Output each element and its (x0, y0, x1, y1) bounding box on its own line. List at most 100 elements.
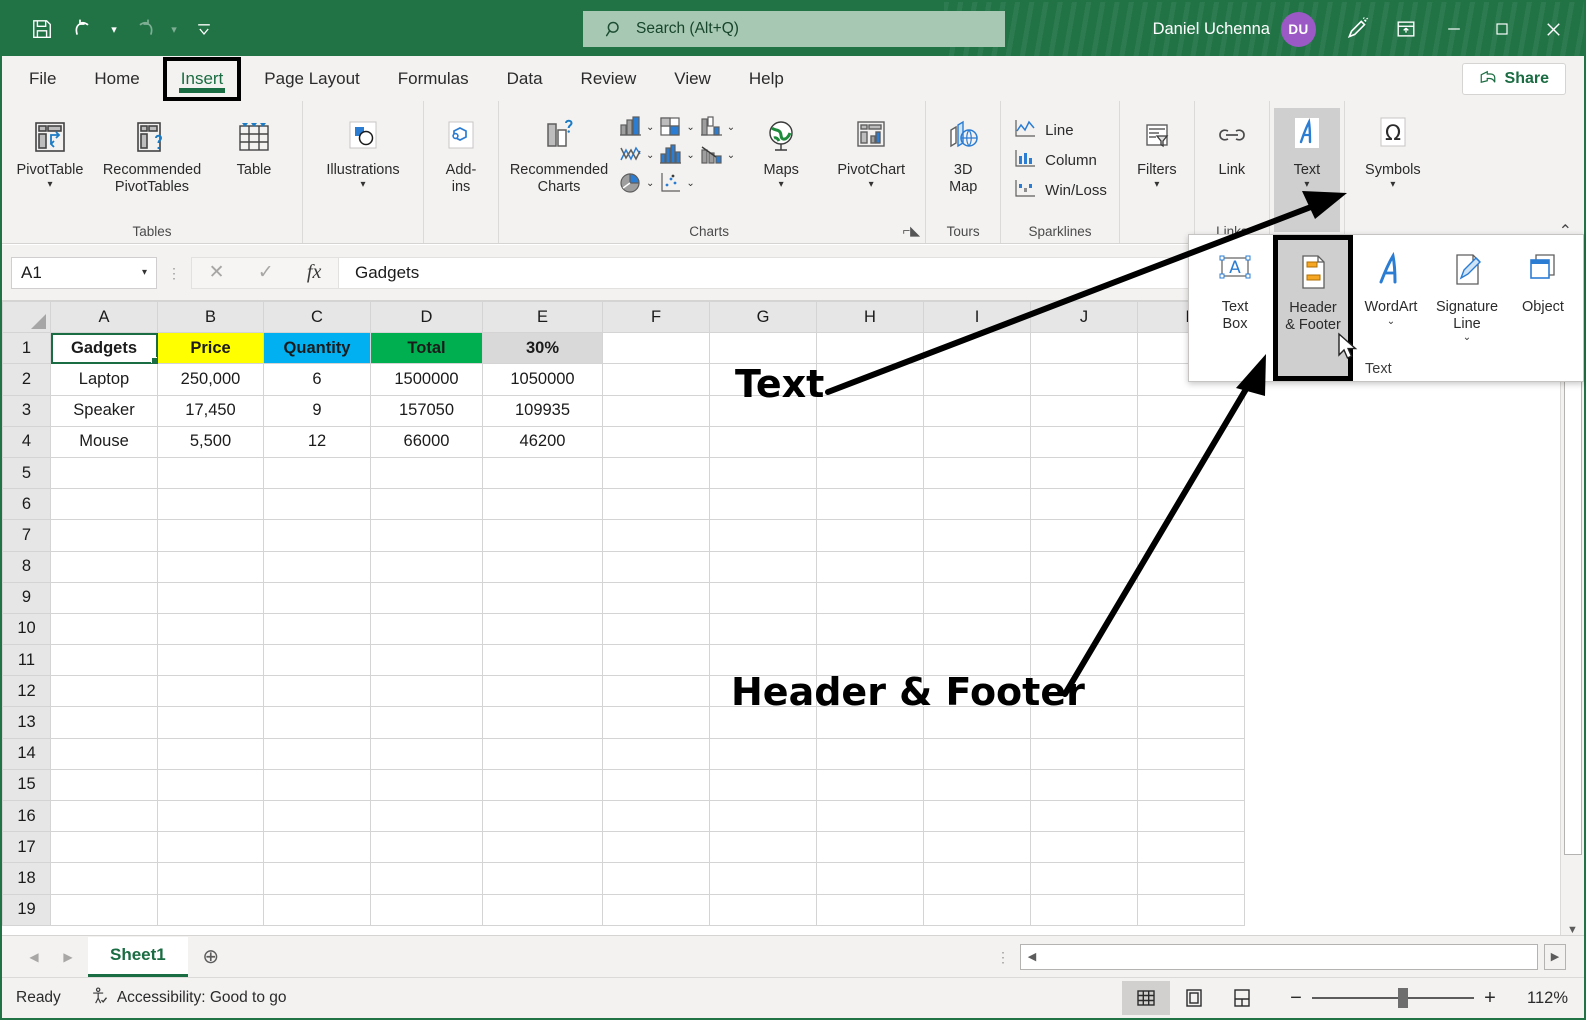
illustrations-button[interactable]: Illustrations ▾ (307, 108, 419, 200)
col-header-J[interactable]: J (1031, 302, 1138, 333)
avatar[interactable]: DU (1281, 12, 1316, 47)
cell-I14[interactable] (924, 738, 1031, 769)
cell-I17[interactable] (924, 832, 1031, 863)
cell-D14[interactable] (371, 738, 483, 769)
chevron-down-icon[interactable]: ▾ (779, 180, 784, 190)
cell-C17[interactable] (264, 832, 371, 863)
cell-E1[interactable]: 30% (483, 333, 603, 364)
col-header-I[interactable]: I (924, 302, 1031, 333)
row-header-17[interactable]: 17 (3, 832, 51, 863)
row-header-14[interactable]: 14 (3, 738, 51, 769)
cell-I7[interactable] (924, 520, 1031, 551)
cell-K12[interactable] (1138, 676, 1245, 707)
cell-H7[interactable] (817, 520, 924, 551)
cell-H12[interactable] (817, 676, 924, 707)
cell-I16[interactable] (924, 801, 1031, 832)
save-icon[interactable] (22, 11, 62, 47)
cell-F15[interactable] (603, 769, 710, 800)
row-header-3[interactable]: 3 (3, 395, 51, 426)
cell-D9[interactable] (371, 582, 483, 613)
cell-H8[interactable] (817, 551, 924, 582)
cell-E14[interactable] (483, 738, 603, 769)
cell-D7[interactable] (371, 520, 483, 551)
cell-B7[interactable] (158, 520, 264, 551)
vertical-scrollbar[interactable]: ▲ ▼ (1560, 301, 1584, 941)
cell-G6[interactable] (710, 489, 817, 520)
cell-I1[interactable] (924, 333, 1031, 364)
cell-A17[interactable] (51, 832, 158, 863)
row-header-7[interactable]: 7 (3, 520, 51, 551)
cell-B16[interactable] (158, 801, 264, 832)
cell-A16[interactable] (51, 801, 158, 832)
chevron-down-icon[interactable]: ⌄ (686, 150, 694, 161)
col-header-B[interactable]: B (158, 302, 264, 333)
cell-F6[interactable] (603, 489, 710, 520)
cell-E13[interactable] (483, 707, 603, 738)
cell-I13[interactable] (924, 707, 1031, 738)
text-box-item[interactable]: A Text Box (1197, 239, 1273, 381)
ribbon-display-options-icon[interactable] (1382, 2, 1430, 56)
cell-A19[interactable] (51, 894, 158, 925)
scatter-chart-button[interactable]: ⌄ (657, 170, 694, 196)
undo-icon[interactable] (64, 11, 104, 47)
cell-I10[interactable] (924, 613, 1031, 644)
charts-dialog-launcher-icon[interactable]: ⌐◣ (903, 223, 921, 239)
maximize-button[interactable] (1478, 2, 1526, 56)
cell-K18[interactable] (1138, 863, 1245, 894)
cell-D6[interactable] (371, 489, 483, 520)
cell-J13[interactable] (1031, 707, 1138, 738)
chevron-down-icon[interactable]: ⌄ (646, 178, 654, 189)
sparkline-line-button[interactable]: Line (1013, 118, 1107, 142)
row-header-11[interactable]: 11 (3, 645, 51, 676)
cell-C3[interactable]: 9 (264, 395, 371, 426)
cell-D16[interactable] (371, 801, 483, 832)
cell-E3[interactable]: 109935 (483, 395, 603, 426)
chevron-down-icon[interactable]: ⌄ (1463, 332, 1471, 343)
cell-D3[interactable]: 157050 (371, 395, 483, 426)
cell-B4[interactable]: 5,500 (158, 426, 264, 457)
chevron-down-icon[interactable]: ⌄ (646, 150, 654, 161)
cell-E18[interactable] (483, 863, 603, 894)
cell-G12[interactable] (710, 676, 817, 707)
cell-I11[interactable] (924, 645, 1031, 676)
text-button[interactable]: Text ▾ (1274, 108, 1340, 232)
tab-help[interactable]: Help (730, 56, 803, 101)
tab-review[interactable]: Review (562, 56, 656, 101)
cell-D5[interactable] (371, 457, 483, 488)
cell-J15[interactable] (1031, 769, 1138, 800)
chevron-down-icon[interactable]: ⌄ (727, 122, 735, 133)
chevron-down-icon[interactable]: ⌄ (646, 122, 654, 133)
row-header-18[interactable]: 18 (3, 863, 51, 894)
cell-A18[interactable] (51, 863, 158, 894)
tab-home[interactable]: Home (75, 56, 158, 101)
cell-F13[interactable] (603, 707, 710, 738)
cell-G10[interactable] (710, 613, 817, 644)
row-header-2[interactable]: 2 (3, 364, 51, 395)
cell-I18[interactable] (924, 863, 1031, 894)
cell-C1[interactable]: Quantity (264, 333, 371, 364)
addins-button[interactable]: Add- ins (428, 108, 494, 200)
sparkline-column-button[interactable]: Column (1013, 148, 1107, 172)
pen-annotate-icon[interactable] (1334, 2, 1382, 56)
cell-B12[interactable] (158, 676, 264, 707)
cell-I12[interactable] (924, 676, 1031, 707)
cell-E17[interactable] (483, 832, 603, 863)
row-header-15[interactable]: 15 (3, 769, 51, 800)
tab-file[interactable]: File (10, 56, 75, 101)
row-header-16[interactable]: 16 (3, 801, 51, 832)
cell-H6[interactable] (817, 489, 924, 520)
cell-C7[interactable] (264, 520, 371, 551)
cell-G14[interactable] (710, 738, 817, 769)
waterfall-chart-button[interactable]: ⌄ (698, 114, 735, 140)
chevron-down-icon[interactable]: ⌄ (1387, 316, 1395, 327)
cell-A13[interactable] (51, 707, 158, 738)
cell-G15[interactable] (710, 769, 817, 800)
cell-B8[interactable] (158, 551, 264, 582)
cell-B13[interactable] (158, 707, 264, 738)
col-header-H[interactable]: H (817, 302, 924, 333)
cell-B3[interactable]: 17,450 (158, 395, 264, 426)
cell-G4[interactable] (710, 426, 817, 457)
cell-J7[interactable] (1031, 520, 1138, 551)
cell-G9[interactable] (710, 582, 817, 613)
cell-G2[interactable] (710, 364, 817, 395)
